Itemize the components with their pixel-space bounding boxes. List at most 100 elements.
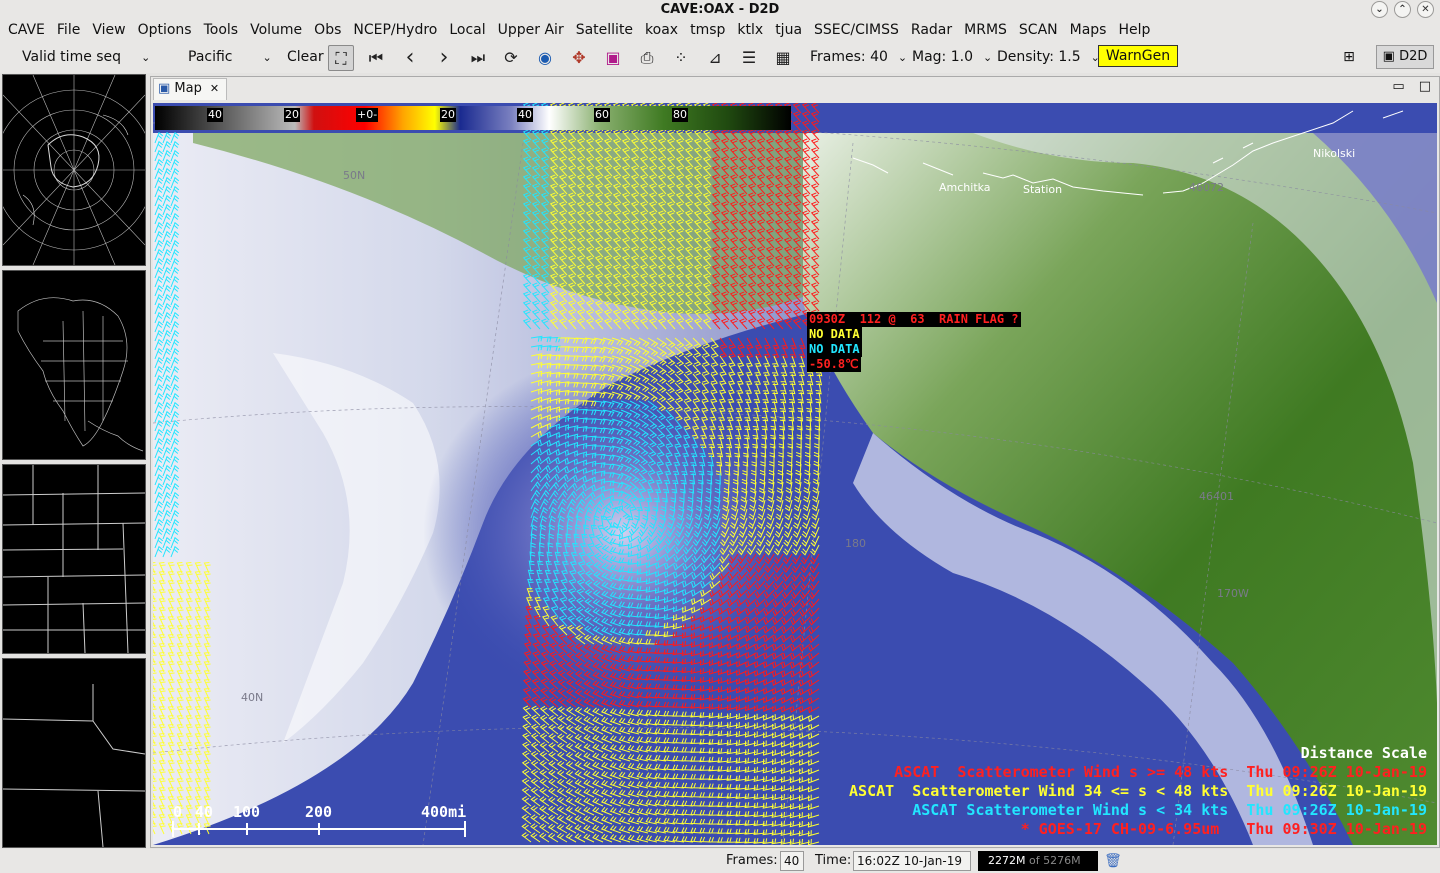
menu-satellite[interactable]: Satellite xyxy=(570,19,639,41)
colorbar: 40 20 +0- 20 40 60 80 xyxy=(155,106,791,130)
print-icon[interactable]: ⎙ xyxy=(634,45,660,71)
scale-label: 40 xyxy=(195,803,214,821)
window-title: CAVE:OAX - D2D xyxy=(660,2,780,17)
tab-map[interactable]: ▣ Map ✕ xyxy=(153,78,227,100)
counties-map-thumbnail xyxy=(2,684,146,848)
first-frame-icon[interactable]: ⏮ xyxy=(363,45,389,71)
buoy-station-id: 46072 xyxy=(1189,181,1224,194)
loop-mode-dropdown[interactable]: Valid time seq ⌄ xyxy=(22,47,150,67)
menu-local[interactable]: Local xyxy=(443,19,491,41)
colorbar-label: 40 xyxy=(207,108,223,122)
frames-dropdown[interactable]: Frames: 40 ⌄ xyxy=(810,47,907,67)
maximize-button[interactable]: ⌃ xyxy=(1394,1,1411,18)
menu-file[interactable]: File xyxy=(51,19,86,41)
heap-memory-bar[interactable]: 2272M of 5276M xyxy=(978,851,1098,871)
legend-goes-wv[interactable]: * GOES-17 CH-09-6.95um Thu 09:30Z 10-Jan… xyxy=(1021,820,1427,838)
previous-frame-icon[interactable]: ‹ xyxy=(397,45,423,71)
scale-label: 200 xyxy=(305,803,333,821)
map-canvas[interactable]: 40 20 +0- 20 40 60 80 Amchitka Station N… xyxy=(153,103,1437,845)
menu-tjua[interactable]: tjua xyxy=(769,19,808,41)
latitude-label: 40N xyxy=(241,691,264,704)
garbage-collect-icon[interactable]: 🗑 xyxy=(1104,851,1122,871)
d2d-perspective-button[interactable]: ▣ D2D xyxy=(1376,45,1434,69)
menu-radar[interactable]: Radar xyxy=(905,19,958,41)
frames-value: Frames: 40 xyxy=(810,49,888,65)
distance-scale-bar: 0 40 100 200 400mi xyxy=(169,803,469,843)
open-perspective-icon[interactable]: ⊞ xyxy=(1338,46,1360,68)
legend-ascat-low[interactable]: ASCAT Scatterometer Wind s < 34 kts Thu … xyxy=(912,801,1427,819)
colorbar-label: 20 xyxy=(284,108,300,122)
memory-used: 2272M xyxy=(988,854,1026,867)
zoom-extent-icon[interactable]: ⛶ xyxy=(328,45,354,71)
colorbar-label: 20 xyxy=(440,108,456,122)
minimize-editor-icon[interactable]: ▭ xyxy=(1392,79,1404,94)
legend-distance-scale[interactable]: Distance Scale xyxy=(1301,744,1427,762)
legend-ascat-high[interactable]: ASCAT Scatterometer Wind s >= 48 kts Thu… xyxy=(894,763,1427,781)
menu-bar: CAVE File View Options Tools Volume Obs … xyxy=(0,19,1440,41)
menu-options[interactable]: Options xyxy=(132,19,198,41)
satellite-icon[interactable]: ◉ xyxy=(532,45,558,71)
menu-mrms[interactable]: MRMS xyxy=(958,19,1013,41)
menu-help[interactable]: Help xyxy=(1112,19,1156,41)
points-icon[interactable]: ⁘ xyxy=(668,45,694,71)
menu-tmsp[interactable]: tmsp xyxy=(684,19,731,41)
menu-volume[interactable]: Volume xyxy=(244,19,308,41)
time-status-label: Time: xyxy=(815,853,852,868)
pane-local-counties[interactable] xyxy=(2,658,146,848)
menu-ktlx[interactable]: ktlx xyxy=(731,19,769,41)
density-dropdown[interactable]: Density: 1.5 ⌄ xyxy=(997,47,1100,67)
close-icon[interactable]: ✕ xyxy=(210,82,219,95)
sample-readout-yellow: NO DATA xyxy=(807,327,862,342)
menu-obs[interactable]: Obs xyxy=(308,19,347,41)
perspective-label: D2D xyxy=(1399,49,1428,64)
layout-icon[interactable]: ▦ xyxy=(770,45,796,71)
menu-scan[interactable]: SCAN xyxy=(1013,19,1064,41)
maximize-editor-icon[interactable]: □ xyxy=(1419,79,1431,94)
colorbar-label: 60 xyxy=(594,108,610,122)
menu-view[interactable]: View xyxy=(86,19,131,41)
close-window-button[interactable]: ✕ xyxy=(1417,1,1434,18)
menu-ncep-hydro[interactable]: NCEP/Hydro xyxy=(347,19,443,41)
map-editor: ▣ Map ✕ ▭ □ 40 20 +0- 20 40 60 80 Amchit… xyxy=(150,76,1440,848)
legend-ascat-mid[interactable]: ASCAT Scatterometer Wind 34 <= s < 48 kt… xyxy=(849,782,1427,800)
window-controls: ⌄ ⌃ ✕ xyxy=(1371,1,1434,18)
place-label: Amchitka xyxy=(939,181,991,194)
frames-status-value: 40 xyxy=(780,851,804,871)
pane-central-plains[interactable] xyxy=(2,464,146,654)
polar-map-thumbnail xyxy=(0,74,155,266)
sample-readout-temperature: -50.8℃ xyxy=(807,357,861,372)
colorbar-gradient xyxy=(155,106,791,130)
map-tab-bar: ▣ Map ✕ ▭ □ xyxy=(151,77,1439,101)
buoy-station-id: 46401 xyxy=(1199,490,1234,503)
menu-tools[interactable]: Tools xyxy=(198,19,245,41)
list-icon[interactable]: ☰ xyxy=(736,45,762,71)
last-frame-icon[interactable]: ⏭ xyxy=(465,45,491,71)
mag-dropdown[interactable]: Mag: 1.0 ⌄ xyxy=(912,47,992,67)
window-title-bar: CAVE:OAX - D2D ⌄ ⌃ ✕ xyxy=(0,0,1440,19)
map-tab-icon: ▣ xyxy=(158,81,175,96)
editor-controls: ▭ □ xyxy=(1392,79,1431,94)
pane-polar-stereo[interactable] xyxy=(0,74,155,266)
states-map-thumbnail xyxy=(2,465,146,654)
clear-button[interactable]: Clear xyxy=(287,47,324,67)
loop-icon[interactable]: ⟳ xyxy=(498,45,524,71)
menu-ssec-cimss[interactable]: SSEC/CIMSS xyxy=(808,19,905,41)
pan-icon[interactable]: ✥ xyxy=(566,45,592,71)
minimize-button[interactable]: ⌄ xyxy=(1371,1,1388,18)
image-properties-icon[interactable]: ▣ xyxy=(600,45,626,71)
menu-koax[interactable]: koax xyxy=(639,19,684,41)
menu-cave[interactable]: CAVE xyxy=(2,19,51,41)
chevron-down-icon: ⌄ xyxy=(982,51,993,64)
time-status-value: 16:02Z 10-Jan-19 xyxy=(853,851,971,871)
chevron-down-icon: ⌄ xyxy=(141,51,151,64)
warngen-button[interactable]: WarnGen xyxy=(1098,45,1178,67)
scale-dropdown[interactable]: Pacific ⌄ xyxy=(188,47,272,67)
pane-north-america[interactable] xyxy=(2,270,146,460)
baselines-icon[interactable]: ⊿ xyxy=(702,45,728,71)
next-frame-icon[interactable]: › xyxy=(431,45,457,71)
place-label: Station xyxy=(1023,183,1063,196)
colorbar-label: +0- xyxy=(356,108,379,122)
menu-upper-air[interactable]: Upper Air xyxy=(492,19,570,41)
frames-status-label: Frames: xyxy=(726,853,778,868)
menu-maps[interactable]: Maps xyxy=(1064,19,1113,41)
